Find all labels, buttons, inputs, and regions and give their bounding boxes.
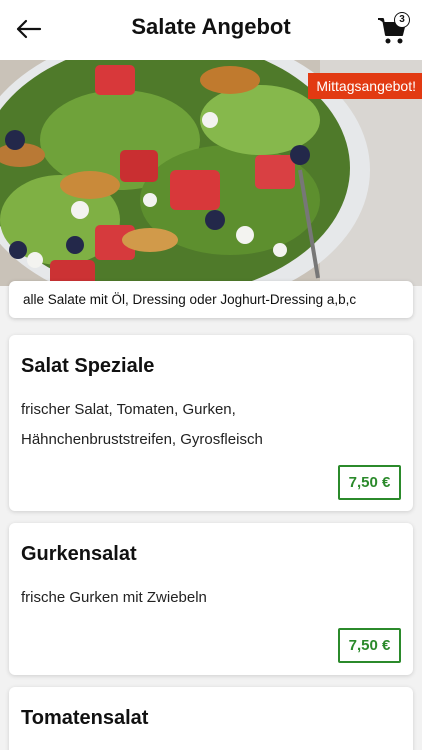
app-header: Salate Angebot 3 [0,0,422,60]
cart-count-badge: 3 [394,12,410,28]
hero-image: Mittagsangebot! [0,60,422,286]
menu-item-title: Gurkensalat [21,543,137,565]
cart-button[interactable]: 3 [376,12,410,46]
menu-item-card[interactable]: Gurkensalat frische Gurken mit Zwiebeln … [9,523,413,675]
lunch-offer-badge: Mittagsangebot! [308,73,422,99]
menu-item-card[interactable]: Tomatensalat [9,687,413,750]
menu-item-title: Salat Speziale [21,355,155,377]
price-button[interactable]: 7,50 € [338,628,401,663]
page-title: Salate Angebot [131,14,291,39]
menu-item-title: Tomatensalat [21,707,149,729]
menu-item-description: frische Gurken mit Zwiebeln [21,589,207,606]
price-button[interactable]: 7,50 € [338,465,401,500]
menu-item-card[interactable]: Salat Speziale frischer Salat, Tomaten, … [9,335,413,511]
menu-item-description: frischer Salat, Tomaten, Gurken, Hähnche… [21,401,263,448]
dressing-note: alle Salate mit Öl, Dressing oder Joghur… [9,281,413,318]
